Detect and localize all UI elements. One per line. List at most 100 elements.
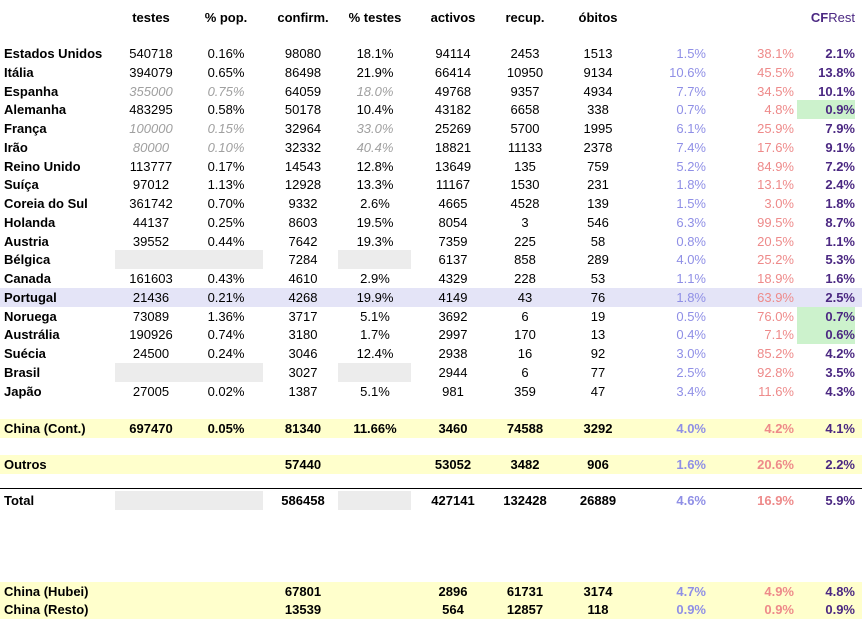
cell-rate-red: 3.0% [764, 196, 794, 211]
cell-cfrest: 4.2% [825, 346, 855, 361]
cell-pop: 0.70% [207, 196, 245, 211]
cell-pop: 0.21% [207, 289, 245, 305]
cell-recup: 132428 [503, 493, 547, 508]
cell-recup: 6 [521, 364, 529, 380]
cell-cfrest: 0.6% [797, 325, 855, 345]
cell-confirm: 7284 [288, 252, 318, 268]
cell-recup: 11133 [507, 139, 543, 155]
cell-cfrest: 4.3% [825, 383, 855, 399]
cell-pop: 0.10% [207, 139, 245, 155]
cell-cfrest: 5.9% [825, 493, 855, 508]
cell-testes: 44137 [132, 214, 170, 230]
cell-pct-testes: 19.5% [356, 214, 394, 230]
cell-testes: 355000 [129, 83, 173, 99]
cell-rate-blue: 1.1% [676, 271, 706, 286]
cell-activos: 66414 [434, 64, 472, 80]
cell-rate-red: 4.2% [764, 421, 794, 436]
cell-rate-blue: 1.6% [676, 457, 706, 472]
cell-rate-red: 17.6% [757, 139, 794, 155]
cell-pop: 1.13% [207, 177, 245, 193]
empty-cell-testes [115, 362, 263, 382]
outros-row: Outros 57440 53052 3482 906 1.6% 20.6% 2… [0, 455, 862, 474]
cell-pop: 0.15% [207, 121, 245, 136]
cell-obitos: 26889 [579, 493, 617, 508]
cell-testes: 113777 [129, 158, 173, 174]
cell-testes: 190926 [129, 327, 173, 343]
cell-rate-blue: 0.9% [676, 602, 706, 617]
cell-pop: 1.36% [207, 308, 245, 324]
cell-pop: 0.75% [207, 83, 245, 99]
cell-cfrest: 9.1% [825, 139, 855, 155]
row-name: Austria [4, 233, 49, 249]
cell-obitos: 47 [590, 383, 606, 399]
row-name: Brasil [4, 364, 41, 380]
cell-pop: 0.65% [207, 64, 245, 80]
cell-rate-red: 76.0% [757, 308, 794, 324]
cell-recup: 74588 [506, 421, 544, 436]
cell-rate-blue: 4.6% [676, 493, 706, 508]
cell-obitos: 906 [587, 457, 609, 472]
cell-pct-testes: 11.66% [353, 421, 397, 436]
cell-confirm: 586458 [281, 493, 325, 508]
cell-obitos: 338 [587, 102, 609, 118]
cell-rate-red: 45.5% [757, 64, 794, 80]
cell-testes: 80000 [132, 139, 170, 155]
china-resto-row: China (Resto) 13539 564 12857 118 0.9% 0… [0, 600, 862, 619]
cell-pct-testes: 33.0% [356, 121, 394, 136]
cell-activos: 564 [442, 602, 464, 617]
header-cfrest: CFRest [797, 8, 855, 27]
cell-cfrest: 10.1% [818, 83, 855, 99]
cell-confirm: 13539 [284, 602, 322, 617]
cell-obitos: 19 [590, 308, 606, 324]
header-pct-testes: % testes [348, 10, 402, 25]
cell-obitos: 3174 [583, 584, 613, 599]
row-name: Holanda [4, 214, 56, 230]
cell-rate-red: 16.9% [757, 493, 794, 508]
cell-activos: 7359 [438, 233, 468, 249]
row-name: Japão [4, 383, 42, 399]
header-confirm: confirm. [277, 10, 329, 25]
row-name: Estados Unidos [4, 46, 103, 61]
country-row: Brasil 3027 2944 6 77 2.5% 92.8% 3.5% [0, 362, 862, 382]
cell-obitos: 1995 [583, 121, 613, 136]
cell-pop: 0.24% [207, 346, 245, 361]
total-row: Total 586458 427141 132428 26889 4.6% 16… [0, 491, 862, 510]
cell-rate-blue: 0.5% [676, 308, 706, 324]
row-name: Suécia [4, 346, 46, 361]
cell-testes: 100000 [129, 121, 173, 136]
cell-rate-red: 4.9% [764, 584, 794, 599]
cell-rate-blue: 0.4% [676, 327, 706, 343]
cell-activos: 2896 [438, 584, 468, 599]
cell-rate-red: 63.9% [757, 289, 794, 305]
cell-obitos: 289 [587, 252, 609, 268]
cell-obitos: 231 [587, 177, 609, 193]
row-name: Total [4, 493, 35, 508]
cell-testes: 483295 [129, 102, 173, 118]
cell-confirm: 81340 [284, 421, 322, 436]
cell-recup: 2453 [510, 46, 540, 61]
cell-confirm: 3027 [288, 364, 318, 380]
cell-rate-blue: 7.7% [676, 83, 706, 99]
cell-recup: 170 [514, 327, 536, 343]
country-row: Coreia do Sul 361742 0.70% 9332 2.6% 4665 4528… [0, 194, 862, 213]
cell-confirm: 3717 [288, 308, 318, 324]
cell-confirm: 8603 [288, 214, 318, 230]
cell-cfrest: 2.2% [825, 457, 855, 472]
cell-obitos: 759 [587, 158, 609, 174]
total-separator [0, 488, 862, 489]
cell-rate-blue: 4.0% [676, 421, 706, 436]
row-name: China (Resto) [4, 602, 89, 617]
cell-confirm: 3180 [288, 327, 318, 343]
cell-recup: 6658 [510, 102, 540, 118]
cell-testes: 161603 [129, 271, 173, 286]
cell-cfrest: 0.9% [797, 100, 855, 120]
country-row: Canada 161603 0.43% 4610 2.9% 4329 228 53 1.1% 18… [0, 269, 862, 288]
cell-rate-red: 84.9% [757, 158, 794, 174]
cell-recup: 12857 [506, 602, 544, 617]
china-hubei-row: China (Hubei) 67801 2896 61731 3174 4.7%… [0, 582, 862, 601]
cell-testes: 361742 [129, 196, 173, 211]
cell-activos: 2938 [438, 346, 468, 361]
cell-rate-red: 20.6% [757, 457, 794, 472]
cell-rate-red: 0.9% [764, 602, 794, 617]
cell-pct-testes: 19.3% [356, 233, 394, 249]
